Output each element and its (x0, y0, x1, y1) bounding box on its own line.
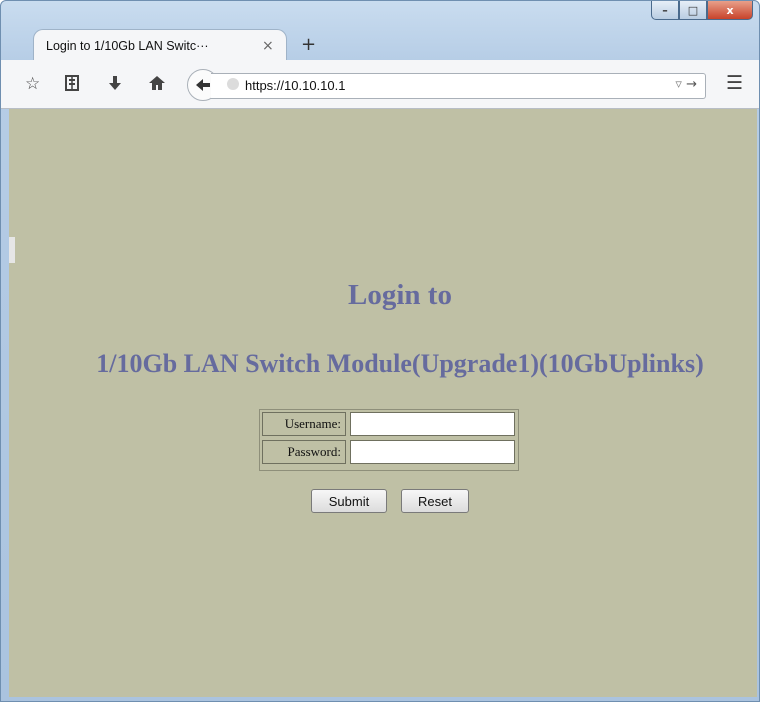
navigation-toolbar: ☆ https://10.10.10.1 ▿ → ☰ (1, 60, 759, 109)
password-input[interactable] (351, 441, 514, 463)
scroll-indicator (9, 237, 15, 263)
tab-title: Login to 1/10Gb LAN Switc··· (46, 38, 209, 53)
minimize-button[interactable]: – (651, 1, 679, 20)
page-content: Login to 1/10Gb LAN Switch Module(Upgrad… (9, 109, 757, 697)
home-icon[interactable] (148, 74, 166, 97)
globe-icon (227, 78, 239, 90)
tab-close-icon[interactable]: × (262, 38, 274, 54)
star-icon[interactable]: ☆ (25, 74, 40, 94)
password-label: Password: (262, 440, 346, 464)
username-label: Username: (262, 412, 346, 436)
page-title: Login to (348, 279, 452, 311)
address-bar[interactable]: https://10.10.10.1 ▿ → (211, 73, 706, 99)
close-window-button[interactable]: x (707, 1, 753, 20)
browser-tab[interactable]: Login to 1/10Gb LAN Switc··· × (33, 29, 287, 61)
back-icon (196, 79, 210, 91)
menu-icon[interactable]: ☰ (726, 72, 743, 94)
page-subtitle: 1/10Gb LAN Switch Module(Upgrade1)(10GbU… (96, 349, 704, 378)
maximize-button[interactable]: □ (679, 1, 707, 20)
username-cell (350, 412, 515, 436)
reading-list-icon[interactable] (64, 74, 80, 97)
go-arrow-icon[interactable]: ▿ → (675, 77, 697, 92)
url-text: https://10.10.10.1 (245, 78, 346, 93)
new-tab-button[interactable]: + (301, 34, 316, 55)
username-input[interactable] (351, 413, 514, 435)
window-controls: – □ x (651, 1, 753, 20)
reset-button[interactable]: Reset (401, 489, 469, 513)
username-row: Username: (260, 410, 518, 438)
password-row: Password: (260, 438, 518, 466)
password-cell (350, 440, 515, 464)
download-icon[interactable] (107, 74, 123, 97)
submit-button[interactable]: Submit (311, 489, 387, 513)
browser-window: – □ x Login to 1/10Gb LAN Switc··· × + ☆… (0, 0, 760, 702)
login-form: Username: Password: (259, 409, 519, 471)
